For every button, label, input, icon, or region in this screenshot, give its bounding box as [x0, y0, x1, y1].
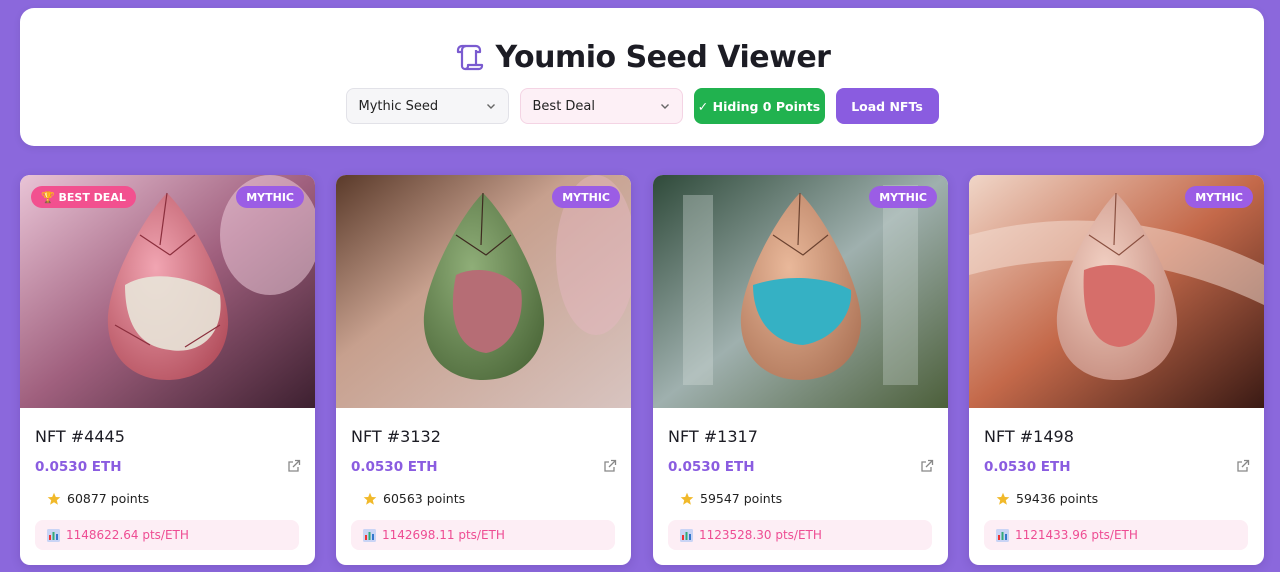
nft-title: NFT #3132	[351, 427, 441, 446]
ratio-value: 1121433.96 pts/ETH	[1015, 528, 1138, 542]
star-icon	[363, 492, 377, 505]
page-title: Youmio Seed Viewer	[495, 39, 831, 75]
nft-image[interactable]: 🏆 BEST DEAL MYTHIC	[20, 175, 315, 408]
header-panel: Youmio Seed Viewer Mythic Seed Best Deal…	[20, 8, 1264, 146]
points-per-eth: 1123528.30 pts/ETH	[668, 520, 932, 550]
nft-image[interactable]: MYTHIC	[336, 175, 631, 408]
star-icon	[47, 492, 61, 505]
chevron-down-icon	[486, 104, 495, 109]
sort-select[interactable]: Best Deal	[519, 88, 683, 124]
chart-icon	[680, 528, 693, 542]
rarity-badge: MYTHIC	[1185, 186, 1253, 208]
points-per-eth: 1148622.64 pts/ETH	[35, 520, 299, 550]
points-per-eth: 1142698.11 pts/ETH	[351, 520, 615, 550]
rarity-badge: MYTHIC	[236, 186, 304, 208]
chevron-down-icon	[660, 104, 669, 109]
nft-price: 0.0530 ETH	[668, 459, 755, 475]
hide-points-button[interactable]: ✓ Hiding 0 Points	[693, 88, 825, 124]
ratio-value: 1148622.64 pts/ETH	[66, 528, 189, 542]
nft-image[interactable]: MYTHIC	[653, 175, 948, 408]
chart-icon	[47, 528, 60, 542]
scroll-icon	[456, 44, 483, 71]
nft-card[interactable]: MYTHIC NFT #3132 0.0530 ETH 60563 points…	[336, 175, 631, 565]
nft-card[interactable]: MYTHIC NFT #1317 0.0530 ETH 59547 points…	[653, 175, 948, 565]
star-icon	[996, 492, 1010, 505]
nft-price: 0.0530 ETH	[984, 459, 1071, 475]
nft-price: 0.0530 ETH	[35, 459, 122, 475]
star-icon	[680, 492, 694, 505]
nft-price: 0.0530 ETH	[351, 459, 438, 475]
ratio-value: 1142698.11 pts/ETH	[382, 528, 505, 542]
controls-row: Mythic Seed Best Deal ✓ Hiding 0 Points …	[20, 88, 1264, 126]
nft-card[interactable]: 🏆 BEST DEAL MYTHIC NFT #4445 0.0530 ETH …	[20, 175, 315, 565]
nft-title: NFT #1317	[668, 427, 758, 446]
nft-points: 59547 points	[700, 491, 783, 506]
seed-type-select[interactable]: Mythic Seed	[345, 88, 509, 124]
points-row: 60563 points	[363, 491, 465, 506]
points-row: 59436 points	[996, 491, 1098, 506]
title-row: Youmio Seed Viewer	[20, 34, 1264, 80]
external-link-icon[interactable]	[920, 459, 934, 473]
chart-icon	[996, 528, 1009, 542]
seed-type-value: Mythic Seed	[358, 98, 439, 114]
nft-title: NFT #4445	[35, 427, 125, 446]
nft-points: 59436 points	[1016, 491, 1099, 506]
nft-points: 60563 points	[383, 491, 466, 506]
rarity-badge: MYTHIC	[869, 186, 937, 208]
nft-image[interactable]: MYTHIC	[969, 175, 1264, 408]
ratio-value: 1123528.30 pts/ETH	[699, 528, 822, 542]
external-link-icon[interactable]	[1236, 459, 1250, 473]
nft-card[interactable]: MYTHIC NFT #1498 0.0530 ETH 59436 points…	[969, 175, 1264, 565]
nft-points: 60877 points	[67, 491, 150, 506]
points-row: 60877 points	[47, 491, 149, 506]
rarity-badge: MYTHIC	[552, 186, 620, 208]
external-link-icon[interactable]	[287, 459, 301, 473]
chart-icon	[363, 528, 376, 542]
points-per-eth: 1121433.96 pts/ETH	[984, 520, 1248, 550]
load-nfts-button[interactable]: Load NFTs	[835, 88, 939, 124]
external-link-icon[interactable]	[603, 459, 617, 473]
nft-title: NFT #1498	[984, 427, 1074, 446]
best-deal-badge: 🏆 BEST DEAL	[31, 186, 136, 208]
sort-value: Best Deal	[532, 98, 596, 114]
points-row: 59547 points	[680, 491, 782, 506]
